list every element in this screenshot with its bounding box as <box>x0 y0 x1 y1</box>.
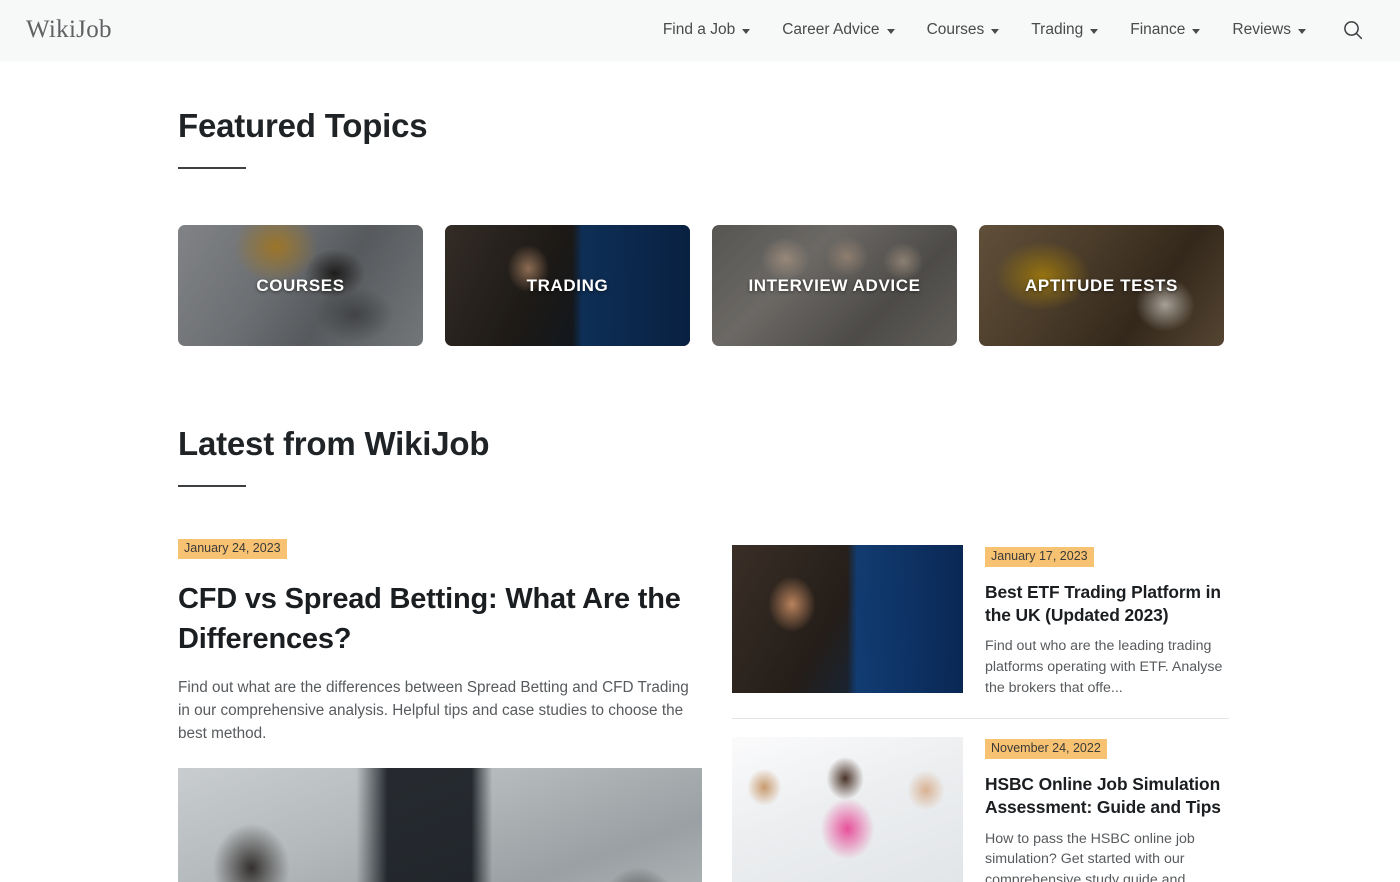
title-underline <box>178 485 246 487</box>
topic-card-label: INTERVIEW ADVICE <box>748 275 921 295</box>
chevron-down-icon <box>742 28 751 34</box>
article-excerpt: Find out who are the leading trading pla… <box>985 638 1223 696</box>
nav-label: Courses <box>926 21 985 38</box>
latest-section: Latest from WikiJob January 24, 2023 CFD… <box>178 346 1229 882</box>
topic-card-interview-advice[interactable]: INTERVIEW ADVICE <box>712 225 957 346</box>
chevron-down-icon <box>1090 28 1099 34</box>
list-item[interactable]: January 17, 2023 Best ETF Trading Platfo… <box>732 545 1229 718</box>
lead-article-image[interactable] <box>178 768 702 882</box>
content-container: Featured Topics COURSES TRADING INTERVIE… <box>176 60 1229 882</box>
article-body: January 17, 2023 Best ETF Trading Platfo… <box>985 545 1229 698</box>
nav-label: Reviews <box>1232 21 1291 38</box>
featured-topics-section: Featured Topics COURSES TRADING INTERVIE… <box>178 60 1224 346</box>
topic-card-courses[interactable]: COURSES <box>178 225 423 346</box>
page-title: Featured Topics <box>178 107 428 144</box>
title-underline <box>178 167 246 169</box>
article-thumbnail[interactable] <box>732 737 963 882</box>
nav-label: Trading <box>1031 21 1084 38</box>
nav-item-career-advice[interactable]: Career Advice <box>766 21 910 39</box>
article-body: November 24, 2022 HSBC Online Job Simula… <box>985 737 1229 882</box>
date-badge: January 24, 2023 <box>178 539 287 559</box>
article-title[interactable]: HSBC Online Job Simulation Assessment: G… <box>985 773 1229 820</box>
lead-article-excerpt: Find out what are the differences betwee… <box>178 678 689 743</box>
nav-item-reviews[interactable]: Reviews <box>1216 21 1322 39</box>
main-navigation: Find a Job Career Advice Courses Trading… <box>647 15 1374 45</box>
lead-article-title[interactable]: CFD vs Spread Betting: What Are the Diff… <box>178 579 702 659</box>
topic-card-trading[interactable]: TRADING <box>445 225 690 346</box>
page-content: Featured Topics COURSES TRADING INTERVIE… <box>0 60 1400 882</box>
chevron-down-icon <box>991 28 1000 34</box>
nav-label: Finance <box>1130 21 1186 38</box>
list-item[interactable]: November 24, 2022 HSBC Online Job Simula… <box>732 718 1229 882</box>
latest-heading-block: Latest from WikiJob <box>178 346 1224 487</box>
nav-item-courses[interactable]: Courses <box>911 21 1016 39</box>
article-thumbnail[interactable] <box>732 545 963 693</box>
search-button[interactable] <box>1338 15 1368 45</box>
topic-card-label: COURSES <box>256 275 345 295</box>
topic-card-label: TRADING <box>526 275 609 295</box>
featured-heading-block: Featured Topics <box>178 60 1224 169</box>
section-title-latest: Latest from WikiJob <box>178 425 490 462</box>
nav-item-trading[interactable]: Trading <box>1015 21 1114 39</box>
topic-card-list: COURSES TRADING INTERVIEW ADVICE APTITUD… <box>178 225 1224 346</box>
date-badge: January 17, 2023 <box>985 547 1094 567</box>
topic-card-label: APTITUDE TESTS <box>1025 275 1178 295</box>
search-icon <box>1344 21 1363 40</box>
nav-item-find-a-job[interactable]: Find a Job <box>647 21 766 39</box>
lead-article[interactable]: January 24, 2023 CFD vs Spread Betting: … <box>178 539 702 882</box>
nav-item-finance[interactable]: Finance <box>1114 21 1216 39</box>
nav-label: Find a Job <box>662 21 736 38</box>
date-badge: November 24, 2022 <box>985 739 1107 759</box>
chevron-down-icon <box>1192 28 1201 34</box>
nav-label: Career Advice <box>782 21 880 38</box>
site-header: WikiJob Find a Job Career Advice Courses… <box>0 0 1400 60</box>
article-title[interactable]: Best ETF Trading Platform in the UK (Upd… <box>985 581 1229 628</box>
latest-article-list: January 17, 2023 Best ETF Trading Platfo… <box>732 539 1229 882</box>
article-excerpt: How to pass the HSBC online job simulati… <box>985 830 1198 882</box>
chevron-down-icon <box>1298 28 1306 34</box>
site-logo[interactable]: WikiJob <box>26 16 112 44</box>
chevron-down-icon <box>886 28 895 34</box>
latest-grid: January 24, 2023 CFD vs Spread Betting: … <box>178 539 1229 882</box>
topic-card-aptitude-tests[interactable]: APTITUDE TESTS <box>979 225 1224 346</box>
